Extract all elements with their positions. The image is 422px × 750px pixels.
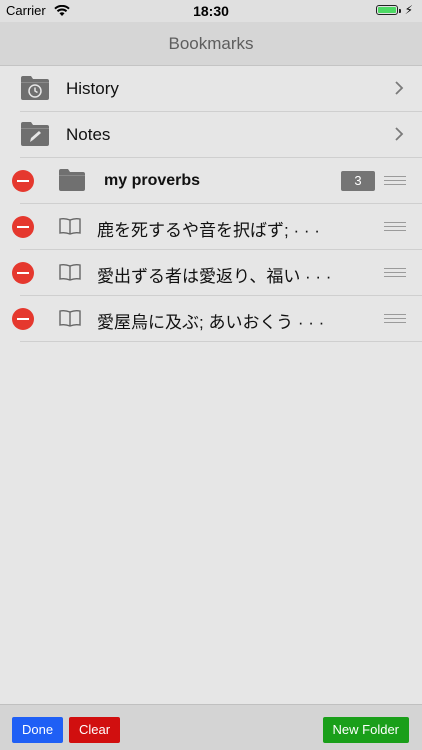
clear-button[interactable]: Clear [69,717,121,743]
done-button[interactable]: Done [12,717,64,743]
battery-icon [376,5,398,15]
notes-folder-icon [20,121,50,152]
delete-button[interactable] [12,308,34,330]
book-icon [58,309,82,332]
bookmark-item-label: 愛屋烏に及ぶ; あいおくう · · · [97,313,325,332]
history-label: History [66,79,119,98]
delete-button[interactable] [12,262,34,284]
navigation-bar: Bookmarks [0,22,422,66]
delete-button[interactable] [12,170,34,192]
chevron-right-icon [394,126,404,147]
book-icon [58,217,82,240]
bookmark-item[interactable]: 愛出ずる者は愛返り、福い · · · [12,250,422,296]
bookmark-list: History Notes my proverbs 3 鹿を死するや音を択ばず;… [0,66,422,342]
book-icon [58,263,82,286]
notes-label: Notes [66,125,111,144]
bookmark-item[interactable]: 愛屋烏に及ぶ; あいおくう · · · [12,296,422,342]
history-row[interactable]: History [20,66,422,112]
reorder-handle[interactable] [384,222,406,234]
page-title: Bookmarks [168,34,254,53]
bookmark-item-label: 愛出ずる者は愛返り、福い · · · [97,267,332,286]
bottom-toolbar: Done Clear New Folder [0,704,422,750]
history-folder-icon [20,75,50,106]
status-bar: Carrier 18:30 ⚡ [0,0,422,22]
folder-label: my proverbs [104,172,201,189]
clock: 18:30 [193,3,229,19]
delete-button[interactable] [12,216,34,238]
item-count-badge: 3 [341,171,375,191]
reorder-handle[interactable] [384,268,406,280]
bookmark-item-label: 鹿を死するや音を択ばず; · · · [97,221,320,240]
folder-row-my-proverbs[interactable]: my proverbs 3 [12,158,422,204]
chevron-right-icon [394,80,404,101]
bookmark-item[interactable]: 鹿を死するや音を択ばず; · · · [12,204,422,250]
reorder-handle[interactable] [384,176,406,188]
new-folder-button[interactable]: New Folder [322,717,409,743]
notes-row[interactable]: Notes [20,112,422,158]
charging-bolt-icon: ⚡ [404,3,413,17]
folder-icon [58,168,86,197]
reorder-handle[interactable] [384,314,406,326]
battery-tip [399,9,401,13]
